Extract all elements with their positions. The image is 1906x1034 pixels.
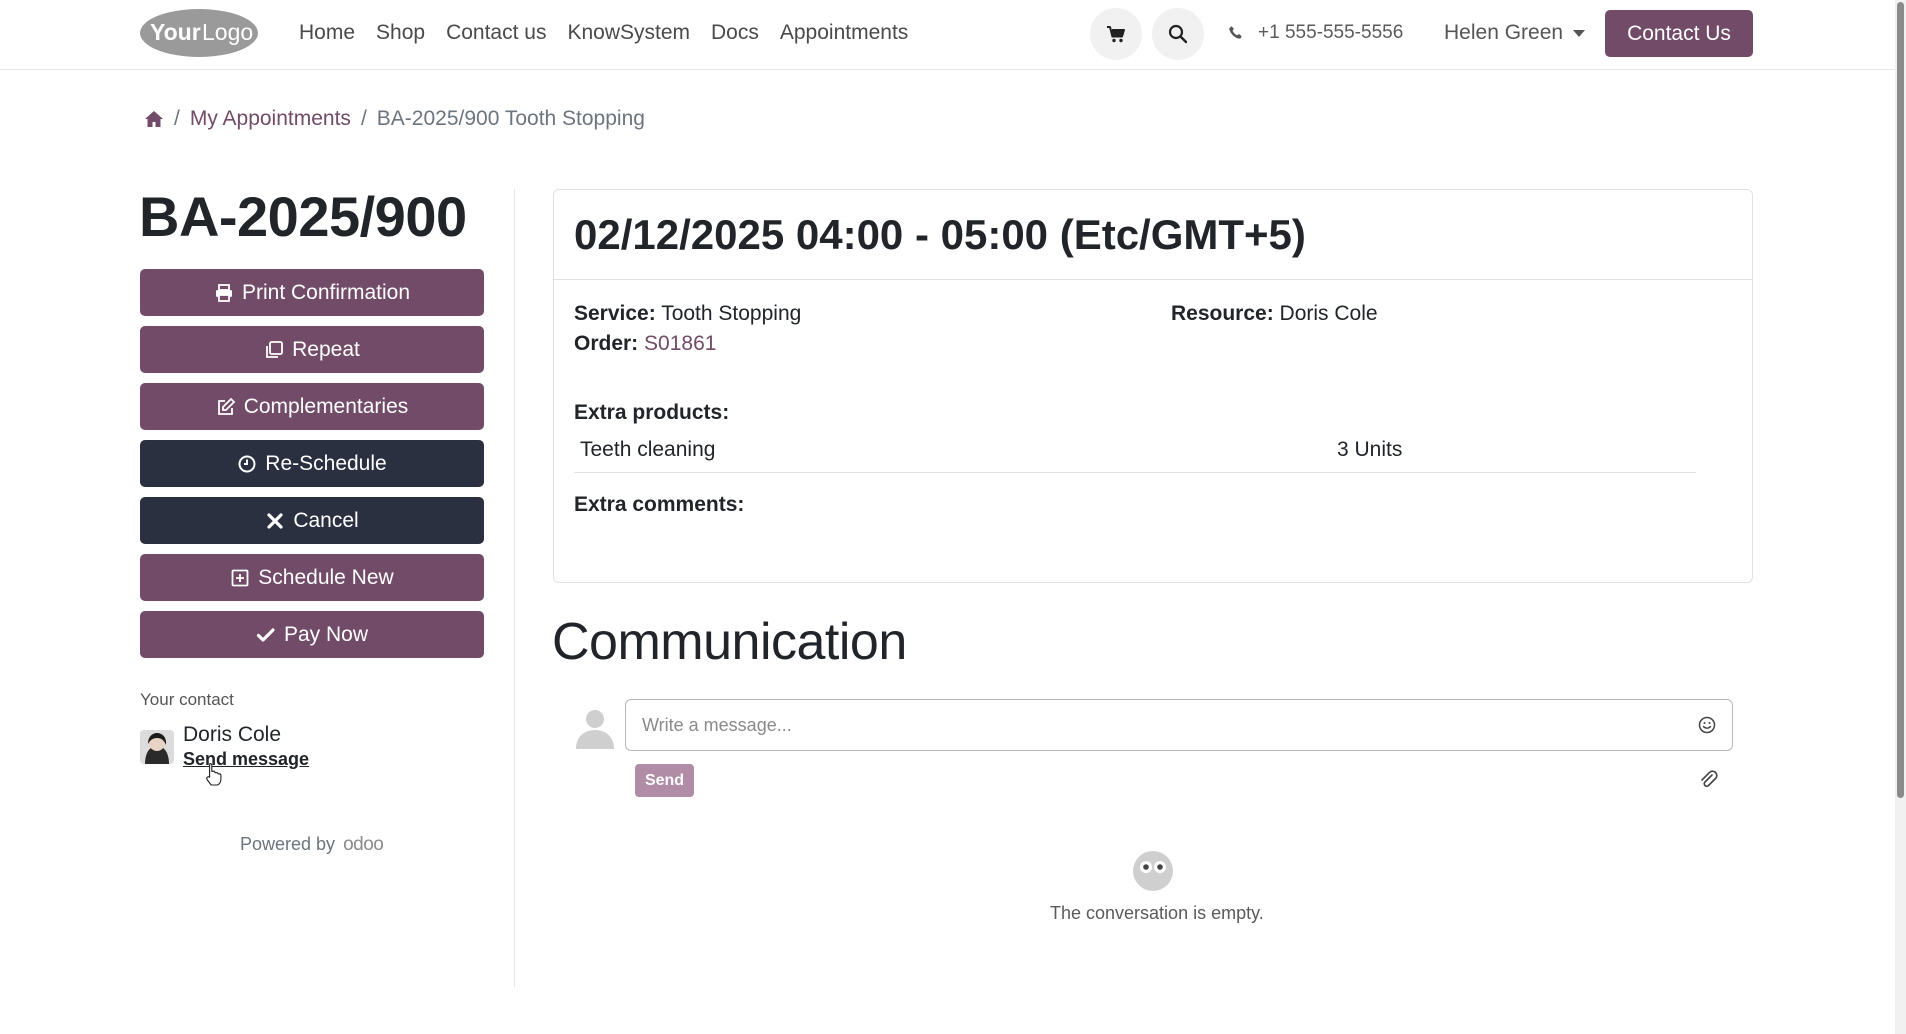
complementaries-button[interactable]: Complementaries xyxy=(140,383,484,430)
send-message-link[interactable]: Send message xyxy=(183,749,309,770)
odoo-logo[interactable]: odoo xyxy=(343,834,384,856)
contact-card: Doris Cole Send message xyxy=(140,723,309,770)
paperclip-icon[interactable] xyxy=(1697,769,1719,791)
service-label: Service: xyxy=(574,302,656,325)
message-input[interactable]: Write a message... xyxy=(625,699,1733,751)
resource-field: Resource: Doris Cole xyxy=(1171,302,1378,326)
edit-icon xyxy=(217,397,235,415)
column-divider xyxy=(514,189,515,987)
user-name: Helen Green xyxy=(1444,21,1564,44)
nav-appointments[interactable]: Appointments xyxy=(780,21,908,45)
complementaries-label: Complementaries xyxy=(243,394,409,418)
extra-product-qty: 3 Units xyxy=(1337,438,1403,461)
breadcrumb: / My Appointments / BA-2025/900 Tooth St… xyxy=(144,106,645,132)
appointment-reference: BA-2025/900 xyxy=(139,185,467,248)
breadcrumb-separator: / xyxy=(360,107,367,130)
nav-home[interactable]: Home xyxy=(299,21,355,45)
nav-contact-us[interactable]: Contact us xyxy=(446,21,546,45)
breadcrumb-current: BA-2025/900 Tooth Stopping xyxy=(376,107,645,130)
extra-product-name: Teeth cleaning xyxy=(580,438,716,461)
home-icon[interactable] xyxy=(144,110,164,128)
svg-text:Your: Your xyxy=(150,19,201,45)
phone-link[interactable]: +1 555-555-5556 xyxy=(1228,20,1403,46)
site-header: Your Logo Home Shop Contact us KnowSyste… xyxy=(0,0,1895,70)
send-button[interactable]: Send xyxy=(635,764,694,797)
cancel-label: Cancel xyxy=(293,508,359,532)
reschedule-label: Re-Schedule xyxy=(265,451,387,475)
print-confirmation-button[interactable]: Print Confirmation xyxy=(140,269,484,316)
copy-icon xyxy=(266,340,284,358)
extra-comments-title: Extra comments: xyxy=(574,493,745,516)
nav-knowsystem[interactable]: KnowSystem xyxy=(567,21,690,45)
contact-avatar xyxy=(140,730,174,764)
order-label: Order: xyxy=(574,332,639,355)
site-logo[interactable]: Your Logo xyxy=(139,7,259,59)
powered-by: Powered by odoo xyxy=(240,834,384,856)
print-confirmation-label: Print Confirmation xyxy=(241,280,411,304)
close-icon xyxy=(267,512,283,529)
pay-now-button[interactable]: Pay Now xyxy=(140,611,484,658)
message-placeholder: Write a message... xyxy=(642,714,792,735)
extra-products-title: Extra products: xyxy=(574,401,730,424)
phone-icon xyxy=(1229,26,1242,39)
repeat-label: Repeat xyxy=(292,337,360,361)
scrollbar-thumb[interactable] xyxy=(1897,2,1904,798)
empty-conversation-icon xyxy=(1133,851,1173,891)
cart-icon xyxy=(1107,26,1125,43)
repeat-button[interactable]: Repeat xyxy=(140,326,484,373)
resource-label: Resource: xyxy=(1171,302,1274,325)
appointment-datetime: 02/12/2025 04:00 - 05:00 (Etc/GMT+5) xyxy=(574,210,1306,258)
empty-conversation-text: The conversation is empty. xyxy=(1050,903,1264,923)
communication-title: Communication xyxy=(552,613,907,671)
appointment-card-header: 02/12/2025 04:00 - 05:00 (Etc/GMT+5) xyxy=(554,190,1752,280)
appointment-card: 02/12/2025 04:00 - 05:00 (Etc/GMT+5) Ser… xyxy=(553,189,1753,583)
service-field: Service: Tooth Stopping xyxy=(574,302,801,326)
schedule-new-label: Schedule New xyxy=(258,565,394,589)
breadcrumb-my-appointments[interactable]: My Appointments xyxy=(190,107,351,131)
nav-shop[interactable]: Shop xyxy=(376,21,425,45)
cancel-button[interactable]: Cancel xyxy=(140,497,484,544)
powered-by-label: Powered by xyxy=(240,834,336,854)
page-scrollbar[interactable] xyxy=(1895,0,1906,1034)
caret-down-icon xyxy=(1573,29,1586,37)
order-link[interactable]: S01861 xyxy=(644,332,716,355)
mouse-cursor-icon xyxy=(206,762,222,786)
cart-button[interactable] xyxy=(1090,8,1142,60)
user-menu[interactable]: Helen Green xyxy=(1444,20,1586,46)
phone-number: +1 555-555-5556 xyxy=(1258,22,1404,43)
your-contact-label: Your contact xyxy=(140,690,234,709)
nav-docs[interactable]: Docs xyxy=(711,21,759,45)
emoji-icon[interactable] xyxy=(1696,714,1718,736)
appointment-actions: Print Confirmation Repeat Complementarie… xyxy=(140,269,484,668)
search-icon xyxy=(1168,24,1188,44)
search-button[interactable] xyxy=(1152,8,1204,60)
contact-name: Doris Cole xyxy=(183,723,282,746)
main-nav: Home Shop Contact us KnowSystem Docs App… xyxy=(299,0,908,66)
resource-value: Doris Cole xyxy=(1279,302,1378,325)
clock-icon xyxy=(238,455,256,472)
check-icon xyxy=(256,627,275,642)
breadcrumb-separator: / xyxy=(174,107,180,130)
pay-now-label: Pay Now xyxy=(283,622,369,646)
user-avatar-icon xyxy=(576,710,614,749)
print-icon xyxy=(215,283,232,302)
schedule-new-button[interactable]: Schedule New xyxy=(140,554,484,601)
svg-text:Logo: Logo xyxy=(202,19,253,45)
contact-us-button[interactable]: Contact Us xyxy=(1605,10,1753,57)
service-value: Tooth Stopping xyxy=(661,302,802,325)
plus-square-icon xyxy=(231,569,249,586)
reschedule-button[interactable]: Re-Schedule xyxy=(140,440,484,487)
order-field: Order: S01861 xyxy=(574,332,716,356)
extra-product-row: Teeth cleaning 3 Units xyxy=(574,430,1696,473)
